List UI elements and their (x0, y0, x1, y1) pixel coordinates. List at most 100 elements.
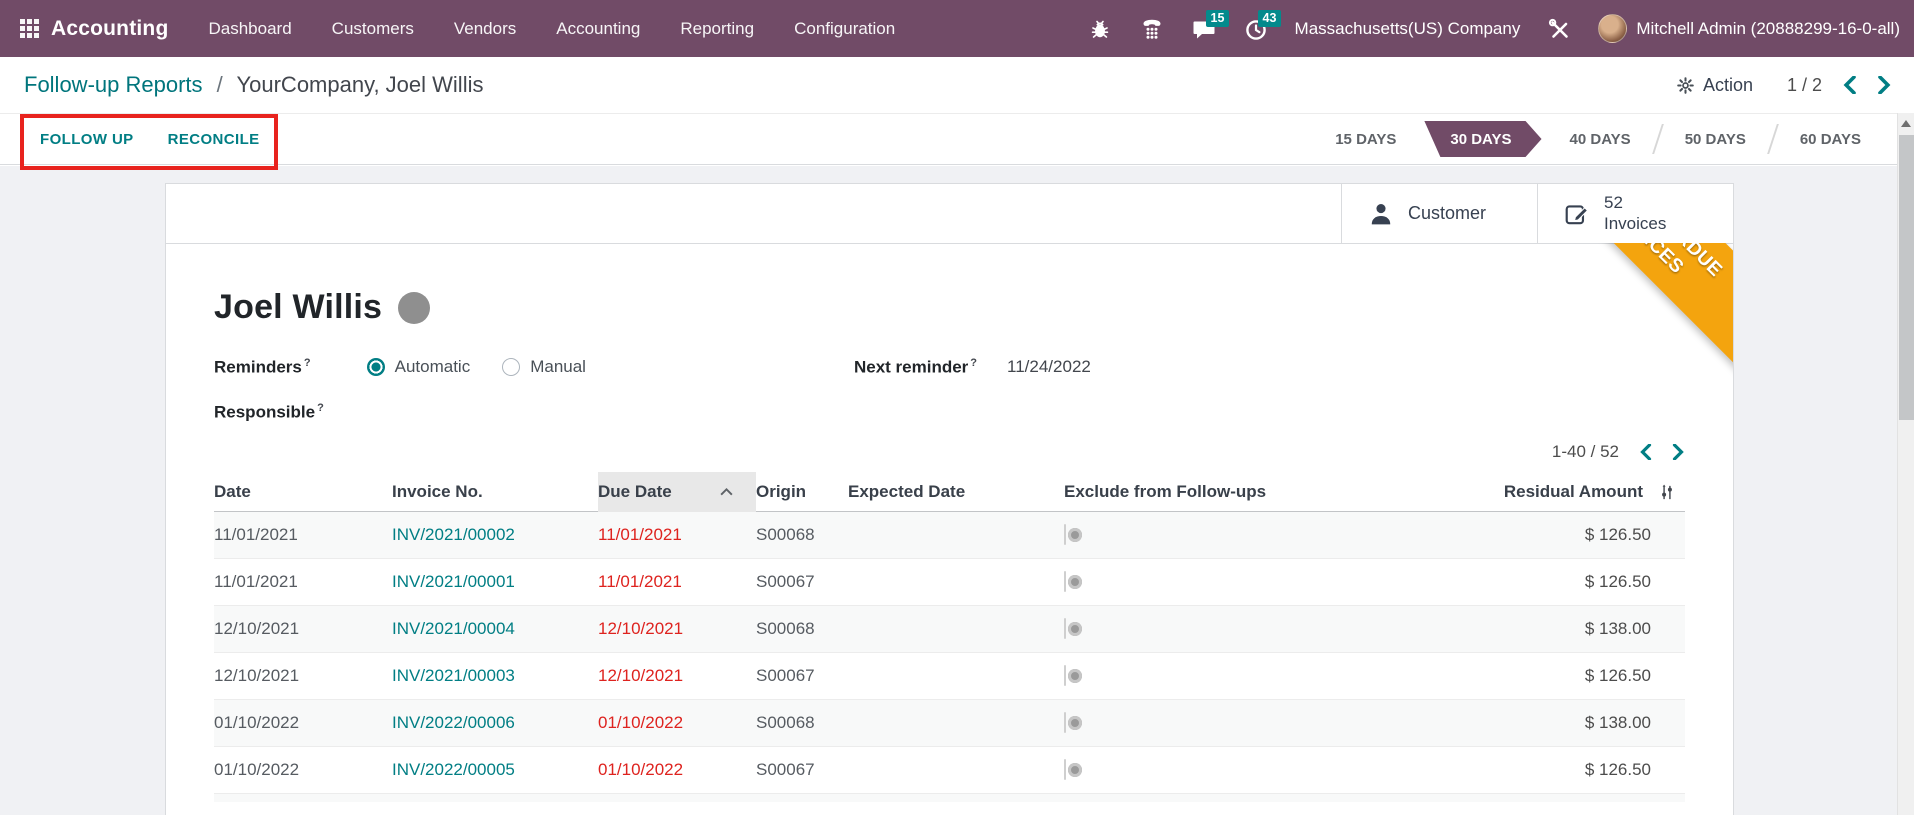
tools-icon[interactable] (1546, 16, 1572, 42)
radio-automatic-label: Automatic (395, 357, 471, 377)
invoice-link[interactable]: INV/2022/00005 (392, 760, 598, 780)
day-tab-60-days[interactable]: 60 DAYS (1774, 131, 1887, 148)
responsible-label: Responsible? (214, 402, 324, 423)
vertical-scrollbar[interactable] (1897, 113, 1914, 815)
col-header-exclude[interactable]: Exclude from Follow-ups (1064, 482, 1351, 502)
day-tab-40-days[interactable]: 40 DAYS (1544, 131, 1657, 148)
exclude-toggle[interactable] (1064, 665, 1066, 686)
app-name[interactable]: Accounting (51, 17, 169, 41)
exclude-toggle[interactable] (1064, 759, 1066, 780)
pager-prev-button[interactable] (1842, 76, 1857, 94)
nav-menu-item-accounting[interactable]: Accounting (556, 19, 640, 39)
exclude-toggle[interactable] (1064, 571, 1066, 592)
invoice-link[interactable]: INV/2021/00003 (392, 666, 598, 686)
radio-manual-label: Manual (530, 357, 586, 377)
col-header-expected[interactable]: Expected Date (848, 482, 1064, 502)
customer-stat-button[interactable]: Customer (1341, 184, 1537, 243)
breadcrumb-parent-link[interactable]: Follow-up Reports (24, 72, 203, 97)
followup-invoice-table: Date Invoice No. Due Date Origin Expecte… (214, 472, 1685, 802)
pager-next-button[interactable] (1877, 76, 1892, 94)
invoice-table-row[interactable]: 12/10/2021 INV/2021/00003 12/10/2021 S00… (214, 653, 1685, 700)
invoice-link[interactable]: INV/2021/00001 (392, 572, 598, 592)
invoices-count: 52 (1604, 193, 1666, 213)
col-header-due-date[interactable]: Due Date (598, 472, 756, 512)
invoice-table-row[interactable]: 11/01/2021 INV/2021/00002 11/01/2021 S00… (214, 512, 1685, 559)
invoices-label: Invoices (1604, 214, 1666, 234)
col-header-invoice[interactable]: Invoice No. (392, 482, 598, 502)
radio-automatic[interactable]: Automatic (367, 357, 471, 377)
optional-columns-icon[interactable] (1651, 483, 1685, 502)
gear-icon (1676, 76, 1695, 95)
radio-manual-dot[interactable] (502, 358, 520, 376)
invoice-link[interactable]: INV/2021/00004 (392, 619, 598, 639)
reconcile-button[interactable]: RECONCILE (166, 125, 262, 154)
breadcrumb: Follow-up Reports / YourCompany, Joel Wi… (24, 72, 483, 98)
next-row-peek (214, 794, 1685, 802)
reminders-label: Reminders? (214, 357, 311, 378)
next-reminder-label: Next reminder? (854, 357, 977, 378)
apps-grid-icon[interactable] (20, 19, 39, 38)
breadcrumb-current: YourCompany, Joel Willis (236, 72, 483, 97)
activities-clock-icon[interactable]: 43 (1243, 16, 1269, 42)
record-pager: 1 / 2 (1787, 75, 1892, 96)
day-tab-15-days[interactable]: 15 DAYS (1309, 131, 1422, 148)
invoice-table-row[interactable]: 01/10/2022 INV/2022/00006 01/10/2022 S00… (214, 700, 1685, 747)
scrollbar-up-arrow[interactable] (1898, 113, 1914, 133)
followup-table-body: 11/01/2021 INV/2021/00002 11/01/2021 S00… (214, 512, 1685, 794)
list-pager-prev[interactable] (1639, 444, 1652, 460)
nav-menu-item-reporting[interactable]: Reporting (680, 19, 754, 39)
nav-menu-item-configuration[interactable]: Configuration (794, 19, 895, 39)
exclude-toggle[interactable] (1064, 524, 1066, 545)
exclude-toggle[interactable] (1064, 712, 1066, 733)
company-switcher[interactable]: Massachusetts(US) Company (1295, 19, 1521, 39)
record-pager-value: 1 / 2 (1787, 75, 1822, 96)
next-reminder-value[interactable]: 11/24/2022 (1007, 357, 1091, 377)
action-menu-button[interactable]: Action (1676, 75, 1753, 96)
table-header-row: Date Invoice No. Due Date Origin Expecte… (214, 472, 1685, 512)
invoice-table-row[interactable]: 11/01/2021 INV/2021/00001 11/01/2021 S00… (214, 559, 1685, 606)
follow-up-button[interactable]: FOLLOW UP (38, 125, 136, 154)
customer-button-label: Customer (1408, 203, 1486, 224)
list-pager-next[interactable] (1672, 444, 1685, 460)
breadcrumb-separator: / (217, 72, 223, 97)
odoo-accounting-screen: Accounting Dashboard Customers Vendors Acco… (0, 0, 1914, 815)
content-area: Customer 52 Invoices WITH OVERDUE INVOIC… (0, 166, 1897, 815)
help-marker: ? (970, 357, 977, 369)
invoice-edit-icon (1564, 201, 1590, 227)
invoice-table-row[interactable]: 12/10/2021 INV/2021/00004 12/10/2021 S00… (214, 606, 1685, 653)
sort-asc-icon (719, 482, 734, 502)
user-menu[interactable]: Mitchell Admin (20888299-16-0-all) (1598, 14, 1900, 43)
main-menu: Dashboard Customers Vendors Accounting Repor… (209, 19, 896, 39)
radio-manual[interactable]: Manual (502, 357, 586, 377)
partner-status-dot[interactable] (398, 292, 430, 324)
action-label: Action (1703, 75, 1753, 96)
invoice-link[interactable]: INV/2022/00006 (392, 713, 598, 733)
nav-menu-item-dashboard[interactable]: Dashboard (209, 19, 292, 39)
col-header-origin[interactable]: Origin (756, 482, 848, 502)
nav-menu-item-vendors[interactable]: Vendors (454, 19, 516, 39)
help-marker: ? (304, 357, 311, 369)
day-tab-50-days[interactable]: 50 DAYS (1659, 131, 1772, 148)
invoice-link[interactable]: INV/2021/00002 (392, 525, 598, 545)
invoice-table-row[interactable]: 01/10/2022 INV/2022/00005 01/10/2022 S00… (214, 747, 1685, 794)
stat-button-bar: Customer 52 Invoices (166, 184, 1733, 244)
breadcrumb-bar: Follow-up Reports / YourCompany, Joel Wi… (0, 57, 1914, 113)
scrollbar-thumb[interactable] (1899, 135, 1914, 420)
col-header-date[interactable]: Date (214, 482, 392, 502)
followup-day-tabs: 15 DAYS30 DAYS40 DAYS50 DAYS60 DAYS (1309, 114, 1887, 164)
status-bar: FOLLOW UP RECONCILE 15 DAYS30 DAYS40 DAY… (0, 113, 1897, 165)
softphone-icon[interactable] (1139, 16, 1165, 42)
invoices-stat-button[interactable]: 52 Invoices (1537, 184, 1733, 243)
messages-icon[interactable]: 15 (1191, 16, 1217, 42)
person-icon (1368, 201, 1394, 227)
systray: 15 43 Massachusetts(US) Company Mitchell… (1087, 14, 1900, 43)
day-tab-30-days[interactable]: 30 DAYS (1424, 121, 1541, 157)
user-avatar (1598, 14, 1627, 43)
bug-icon[interactable] (1087, 16, 1113, 42)
exclude-toggle[interactable] (1064, 618, 1066, 639)
col-header-residual[interactable]: Residual Amount (1351, 482, 1651, 502)
nav-menu-item-customers[interactable]: Customers (332, 19, 414, 39)
help-marker: ? (317, 402, 324, 414)
radio-automatic-dot[interactable] (367, 358, 385, 376)
activities-badge: 43 (1258, 10, 1282, 28)
